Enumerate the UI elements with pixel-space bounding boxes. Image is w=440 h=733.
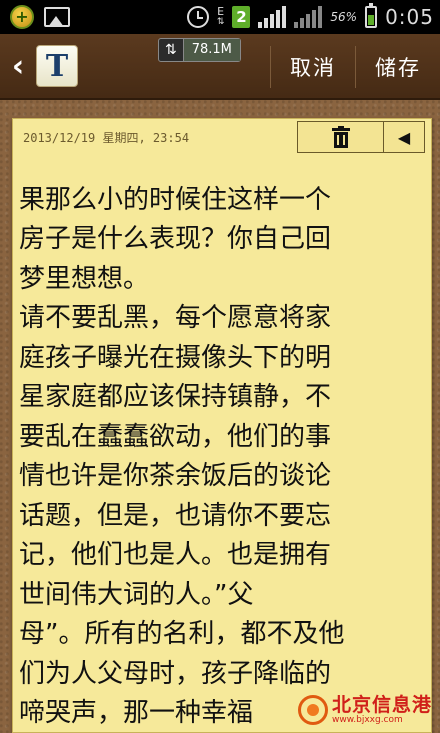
note-line: 记，他们也是人。也是拥有	[19, 540, 332, 570]
signal-icon	[258, 6, 287, 28]
chevron-left-icon: ‹	[11, 48, 25, 84]
watermark-url: www.bjxxg.com	[332, 714, 403, 725]
clock: 0:05	[385, 5, 434, 29]
app-notification-icon: +	[10, 5, 34, 29]
action-bar: ‹ T ⇅ 78.1M 取消 储存	[0, 34, 440, 100]
save-button[interactable]: 储存	[356, 34, 440, 100]
back-button[interactable]: ‹	[0, 33, 36, 99]
note-line: 母”。所有的名利，都不及他	[19, 619, 345, 649]
swap-arrows-icon: ⇅	[165, 42, 177, 58]
note-header: 2013/12/19 星期四, 23:54 ◀	[13, 119, 431, 155]
signal-icon-secondary	[294, 6, 323, 28]
battery-level-fill	[368, 14, 375, 25]
note-text: 果那么小的时候住这样一个果那么小的时候住这样一个房子是什么表现？你自己回梦里想想…	[19, 155, 431, 732]
cancel-button[interactable]: 取消	[272, 34, 354, 100]
gallery-icon	[44, 7, 70, 27]
collapse-button[interactable]: ◀	[384, 122, 424, 152]
note-toolbar: ◀	[297, 121, 425, 153]
note-line: 情也许是你茶余饭后的谈论	[19, 461, 332, 491]
battery-icon	[365, 3, 378, 28]
note-line: 房子是什么表现？你自己回	[19, 224, 332, 254]
memory-value: 78.1M	[182, 39, 240, 61]
note-line: 请不要乱黑，每个愿意将家	[19, 303, 332, 333]
note-line: 世间伟大词的人。”父	[19, 579, 254, 610]
toolbar-divider	[270, 46, 271, 88]
memo-note: 2013/12/19 星期四, 23:54 ◀ 果那么小的时候住这样一个果那么小…	[12, 118, 432, 733]
triangle-left-icon: ◀	[397, 127, 411, 147]
note-line: 星家庭都应该保持镇静，不	[19, 382, 332, 412]
note-date: 2013/12/19 星期四, 23:54	[23, 131, 190, 145]
note-line: 话题，但是，也请你不要忘	[19, 500, 332, 531]
status-bar: + E ⇅ 2 56% 0:05	[0, 0, 440, 34]
delete-button[interactable]	[298, 122, 384, 152]
notification-count-badge: 2	[232, 6, 251, 28]
watermark: 北京信息港 www.bjxxg.com	[298, 686, 440, 733]
note-line: 庭孩子曝光在摄像头下的明	[19, 342, 332, 373]
note-line: 果那么小的时候住这样一个	[19, 184, 332, 215]
watermark-logo-icon	[298, 694, 328, 725]
data-arrows-icon: E ⇅	[216, 5, 225, 27]
battery-percent: 56%	[330, 10, 358, 24]
trash-icon	[331, 126, 350, 148]
watermark-title: 北京信息港	[332, 693, 433, 716]
note-line: 要乱在蠢蠢欲动，他们的事	[19, 421, 332, 452]
app-icon[interactable]: T	[36, 45, 78, 87]
memory-indicator: ⇅ 78.1M	[158, 38, 241, 62]
alarm-icon	[186, 6, 209, 28]
note-text-area[interactable]: 果那么小的时候住这样一个果那么小的时候住这样一个房子是什么表现？你自己回梦里想想…	[19, 155, 431, 732]
note-line: 梦里想想。	[19, 263, 150, 294]
